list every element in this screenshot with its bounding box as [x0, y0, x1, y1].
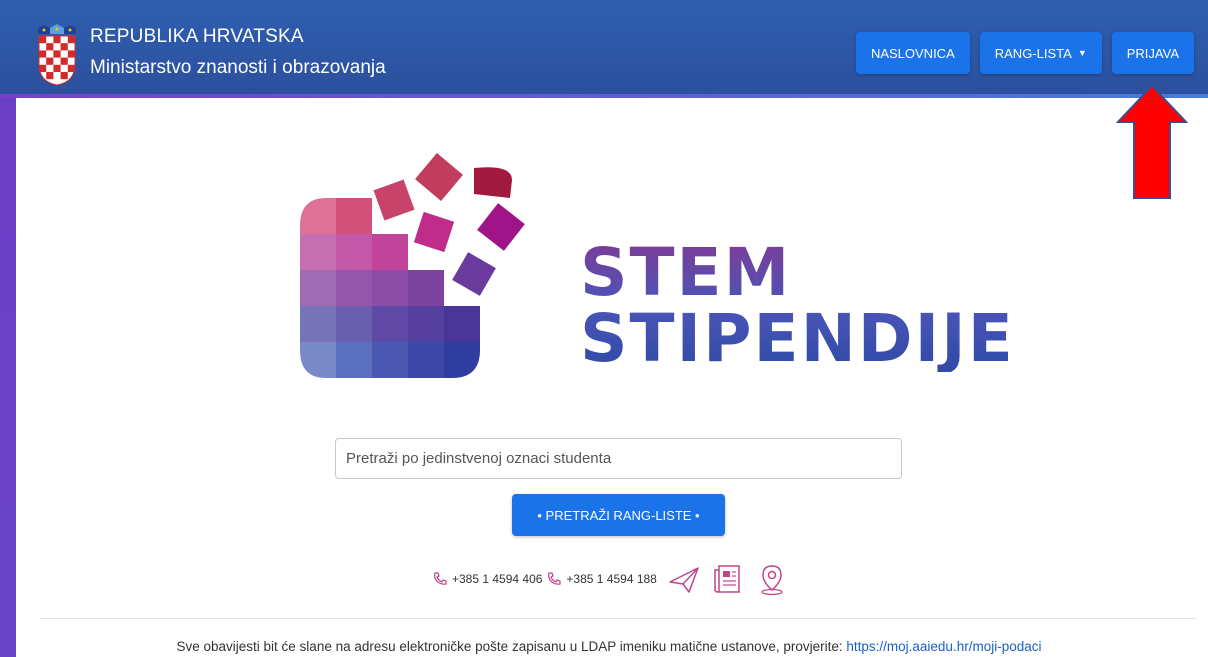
stem-wordmark: STEM STIPENDIJE	[580, 240, 1015, 372]
phone-icon	[434, 572, 447, 585]
search-rankings-button[interactable]: • PRETRAŽI RANG-LISTE •	[512, 494, 725, 536]
red-arrow-annotation-icon	[1116, 84, 1188, 199]
contact-bar: +385 1 4594 406 +385 1 4594 188	[432, 562, 789, 596]
footer-aai-link[interactable]: https://moj.aaiedu.hr/moji-podaci	[846, 639, 1041, 654]
footer-divider	[40, 618, 1196, 619]
brand-title: REPUBLIKA HRVATSKA	[90, 26, 304, 47]
newspaper-icon[interactable]	[711, 562, 745, 596]
brand-subtitle: Ministarstvo znanosti i obrazovanja	[90, 57, 386, 78]
stem-mosaic-icon	[300, 153, 525, 378]
phone-number-1[interactable]: +385 1 4594 406	[452, 572, 542, 586]
footer-notice: Sve obavijesti bit će slane na adresu el…	[0, 639, 1208, 654]
paper-plane-icon[interactable]	[667, 562, 701, 596]
search-input[interactable]	[335, 438, 902, 479]
caret-down-icon: ▼	[1077, 48, 1087, 58]
stem-logo: STEM STIPENDIJE	[298, 150, 958, 390]
location-pin-icon[interactable]	[755, 562, 789, 596]
nav-home-button[interactable]: NASLOVNICA	[855, 32, 970, 74]
header-accent-bar	[0, 94, 1208, 98]
top-header: REPUBLIKA HRVATSKA Ministarstvo znanosti…	[0, 0, 1208, 98]
stem-wordmark-line2: STIPENDIJE	[580, 300, 1015, 377]
croatian-coat-of-arms-icon	[38, 24, 76, 86]
brand[interactable]: REPUBLIKA HRVATSKA Ministarstvo znanosti…	[36, 24, 386, 86]
nav-ranking-dropdown[interactable]: RANG-LISTA ▼	[979, 32, 1102, 74]
left-accent-bar	[0, 98, 16, 657]
nav-login-button[interactable]: PRIJAVA	[1111, 32, 1194, 74]
brand-text: REPUBLIKA HRVATSKA Ministarstvo znanosti…	[90, 24, 386, 82]
phone-icon	[548, 572, 562, 585]
main-nav: NASLOVNICA RANG-LISTA ▼ PRIJAVA	[855, 32, 1194, 74]
stem-wordmark-line1: STEM	[580, 234, 792, 311]
footer-notice-text: Sve obavijesti bit će slane na adresu el…	[176, 639, 847, 654]
nav-ranking-label: RANG-LISTA	[994, 45, 1072, 61]
phone-number-2[interactable]: +385 1 4594 188	[566, 572, 656, 586]
